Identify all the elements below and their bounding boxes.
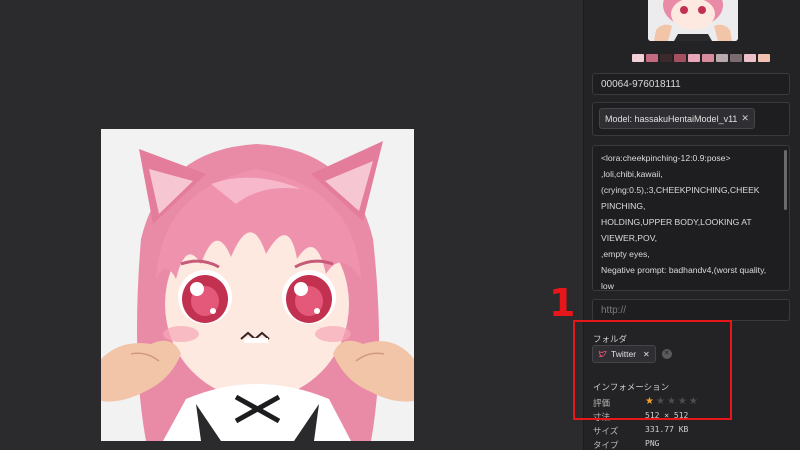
type-row: タイプ PNG: [593, 439, 659, 450]
type-key: タイプ: [593, 440, 619, 450]
url-placeholder: http://: [601, 305, 627, 316]
prompt-line: Negative prompt: badhandv4,(worst qualit…: [601, 265, 767, 291]
annotation-number: 1: [549, 281, 576, 325]
palette-swatch[interactable]: [744, 54, 756, 62]
color-palette: [632, 54, 770, 62]
type-value: PNG: [645, 439, 660, 448]
palette-swatch[interactable]: [688, 54, 700, 62]
prompt-line: ,empty eyes,: [601, 249, 650, 259]
model-tag-label: Model: hassakuHentaiModel_v11: [605, 113, 738, 124]
filesize-value: 331.77 KB: [645, 425, 689, 434]
filesize-key: サイズ: [593, 426, 619, 436]
prompt-scrollbar[interactable]: [784, 150, 787, 210]
prompt-line: <lora:cheekpinching-12:0.9:pose> ,loli,c…: [601, 153, 731, 179]
annotation-highlight-box: [573, 320, 732, 420]
palette-swatch[interactable]: [646, 54, 658, 62]
anime-cat-girl-image[interactable]: [101, 129, 414, 441]
prompt-text: <lora:cheekpinching-12:0.9:pose> ,loli,c…: [601, 150, 775, 291]
filesize-row: サイズ 331.77 KB: [593, 425, 688, 437]
filename-input[interactable]: 00064-976018111: [592, 73, 790, 95]
model-tag-chip[interactable]: Model: hassakuHentaiModel_v11 ✕: [599, 108, 755, 129]
prompt-line: HOLDING,UPPER BODY,LOOKING AT VIEWER,POV…: [601, 217, 752, 243]
palette-swatch[interactable]: [660, 54, 672, 62]
thumbnail-icon: [648, 0, 738, 41]
palette-swatch[interactable]: [730, 54, 742, 62]
tags-field[interactable]: Model: hassakuHentaiModel_v11 ✕: [592, 102, 790, 136]
prompt-textarea[interactable]: <lora:cheekpinching-12:0.9:pose> ,loli,c…: [592, 145, 790, 291]
anime-cat-girl-illustration: [101, 129, 414, 441]
palette-swatch[interactable]: [632, 54, 644, 62]
url-input[interactable]: http://: [592, 299, 790, 321]
palette-swatch[interactable]: [716, 54, 728, 62]
palette-swatch[interactable]: [674, 54, 686, 62]
filename-text: 00064-976018111: [601, 79, 681, 90]
palette-swatch[interactable]: [702, 54, 714, 62]
image-thumbnail[interactable]: [648, 0, 738, 41]
palette-swatch[interactable]: [758, 54, 770, 62]
prompt-line: (crying:0.5),:3,CHEEKPINCHING,CHEEK PINC…: [601, 185, 760, 211]
image-viewer: [0, 0, 583, 450]
remove-tag-icon[interactable]: ✕: [741, 113, 749, 124]
